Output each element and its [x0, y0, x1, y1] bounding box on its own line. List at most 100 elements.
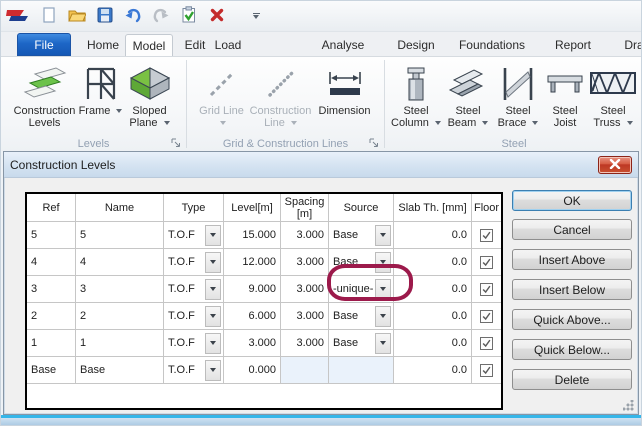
tab-foundations[interactable]: Foundations [453, 34, 531, 56]
floor-checkbox[interactable] [480, 228, 493, 242]
slab-th-cell[interactable]: 0.0 [394, 330, 472, 357]
tab-home[interactable]: Home [77, 34, 129, 56]
validate-button[interactable] [178, 5, 200, 27]
dropdown-button[interactable] [375, 332, 391, 354]
open-button[interactable] [66, 5, 88, 27]
tab-drawings[interactable]: Dra [609, 34, 641, 56]
new-document-button[interactable] [38, 5, 60, 27]
type-dropdown[interactable]: T.O.F [164, 249, 224, 276]
source-dropdown[interactable]: Base [329, 249, 394, 276]
toolbar-options-button[interactable] [248, 6, 264, 26]
source-dropdown[interactable]: Base [329, 303, 394, 330]
name-cell[interactable]: 1 [76, 330, 164, 357]
ref-cell[interactable]: Base [27, 357, 76, 384]
slab-th-cell[interactable]: 0.0 [394, 276, 472, 303]
source-dropdown-unique[interactable]: -unique- [329, 276, 394, 303]
dropdown-button[interactable] [205, 251, 221, 273]
slab-th-cell[interactable]: 0.0 [394, 222, 472, 249]
steel-beam-button[interactable]: Steel Beam [443, 61, 493, 136]
quick-below-button[interactable]: Quick Below... [512, 339, 632, 360]
tab-file[interactable]: File [17, 33, 71, 56]
ref-cell[interactable]: 5 [27, 222, 76, 249]
slab-th-cell[interactable]: 0.0 [394, 303, 472, 330]
tab-model[interactable]: Model [125, 34, 173, 56]
tab-report[interactable]: Report [545, 34, 601, 56]
ref-cell[interactable]: 2 [27, 303, 76, 330]
sloped-plane-button[interactable]: Sloped Plane [123, 61, 177, 136]
level-cell[interactable]: 0.000 [224, 357, 281, 384]
dropdown-button[interactable] [205, 278, 221, 300]
construction-levels-button[interactable]: Construction Levels [11, 61, 79, 136]
cancel-button[interactable]: Cancel [512, 219, 632, 240]
slab-th-cell[interactable]: 0.0 [394, 357, 472, 384]
redo-button[interactable] [150, 5, 172, 27]
floor-checkbox[interactable] [480, 336, 493, 350]
type-dropdown[interactable]: T.O.F [164, 303, 224, 330]
spacing-cell[interactable]: 3.000 [281, 303, 329, 330]
levels-dialog-launcher[interactable] [171, 138, 181, 151]
dropdown-button[interactable] [205, 305, 221, 327]
dropdown-button[interactable] [205, 224, 221, 246]
dialog-close-button[interactable] [598, 155, 632, 174]
level-cell[interactable]: 9.000 [224, 276, 281, 303]
undo-button[interactable] [122, 5, 144, 27]
insert-above-button[interactable]: Insert Above [512, 249, 632, 270]
frame-button[interactable]: Frame [79, 61, 123, 136]
spacing-cell[interactable]: 3.000 [281, 249, 329, 276]
spacing-cell[interactable]: 3.000 [281, 330, 329, 357]
quick-above-button[interactable]: Quick Above... [512, 309, 632, 330]
resize-grip[interactable] [623, 400, 634, 411]
type-dropdown[interactable]: T.O.F [164, 222, 224, 249]
floor-checkbox[interactable] [480, 309, 493, 323]
level-cell[interactable]: 6.000 [224, 303, 281, 330]
spacing-cell[interactable]: 3.000 [281, 276, 329, 303]
source-dropdown[interactable]: Base [329, 222, 394, 249]
dialog-titlebar[interactable]: Construction Levels [4, 152, 638, 178]
name-cell[interactable]: Base [76, 357, 164, 384]
steel-joist-button[interactable]: Steel Joist [543, 61, 587, 136]
source-dropdown[interactable]: Base [329, 330, 394, 357]
table-row: 3 3 T.O.F 9.000 3.000 -unique- 0.0 [27, 276, 501, 303]
delete-x-icon [209, 7, 225, 26]
dropdown-button[interactable] [205, 359, 221, 381]
name-cell[interactable]: 5 [76, 222, 164, 249]
level-cell[interactable]: 12.000 [224, 249, 281, 276]
name-cell[interactable]: 3 [76, 276, 164, 303]
dropdown-button[interactable] [375, 278, 391, 300]
ok-button[interactable]: OK [512, 190, 632, 211]
dimension-button[interactable]: Dimension [314, 61, 376, 136]
grid-lines-dialog-launcher[interactable] [369, 138, 379, 151]
floor-checkbox[interactable] [480, 255, 493, 269]
dropdown-button[interactable] [375, 305, 391, 327]
chevron-down-icon [380, 260, 386, 264]
steel-column-button[interactable]: Steel Column [389, 61, 443, 136]
type-dropdown[interactable]: T.O.F [164, 357, 224, 384]
header-ref: Ref [27, 194, 76, 222]
save-button[interactable] [94, 5, 116, 27]
redo-icon [152, 7, 170, 26]
level-cell[interactable]: 15.000 [224, 222, 281, 249]
level-cell[interactable]: 3.000 [224, 330, 281, 357]
delete-button[interactable] [206, 5, 228, 27]
ref-cell[interactable]: 1 [27, 330, 76, 357]
type-dropdown[interactable]: T.O.F [164, 276, 224, 303]
floor-checkbox[interactable] [480, 282, 493, 296]
ref-cell[interactable]: 3 [27, 276, 76, 303]
steel-truss-button[interactable]: Steel Truss [587, 61, 639, 136]
tab-load[interactable]: Load [205, 34, 251, 56]
dropdown-button[interactable] [375, 251, 391, 273]
name-cell[interactable]: 2 [76, 303, 164, 330]
delete-row-button[interactable]: Delete [512, 369, 632, 390]
tab-design[interactable]: Design [387, 34, 445, 56]
spacing-cell[interactable]: 3.000 [281, 222, 329, 249]
ref-cell[interactable]: 4 [27, 249, 76, 276]
type-dropdown[interactable]: T.O.F [164, 330, 224, 357]
dropdown-button[interactable] [205, 332, 221, 354]
steel-brace-button[interactable]: Steel Brace [493, 61, 543, 136]
tab-analyse[interactable]: Analyse [311, 34, 375, 56]
slab-th-cell[interactable]: 0.0 [394, 249, 472, 276]
dropdown-button[interactable] [375, 224, 391, 246]
name-cell[interactable]: 4 [76, 249, 164, 276]
insert-below-button[interactable]: Insert Below [512, 279, 632, 300]
floor-checkbox[interactable] [480, 363, 493, 377]
